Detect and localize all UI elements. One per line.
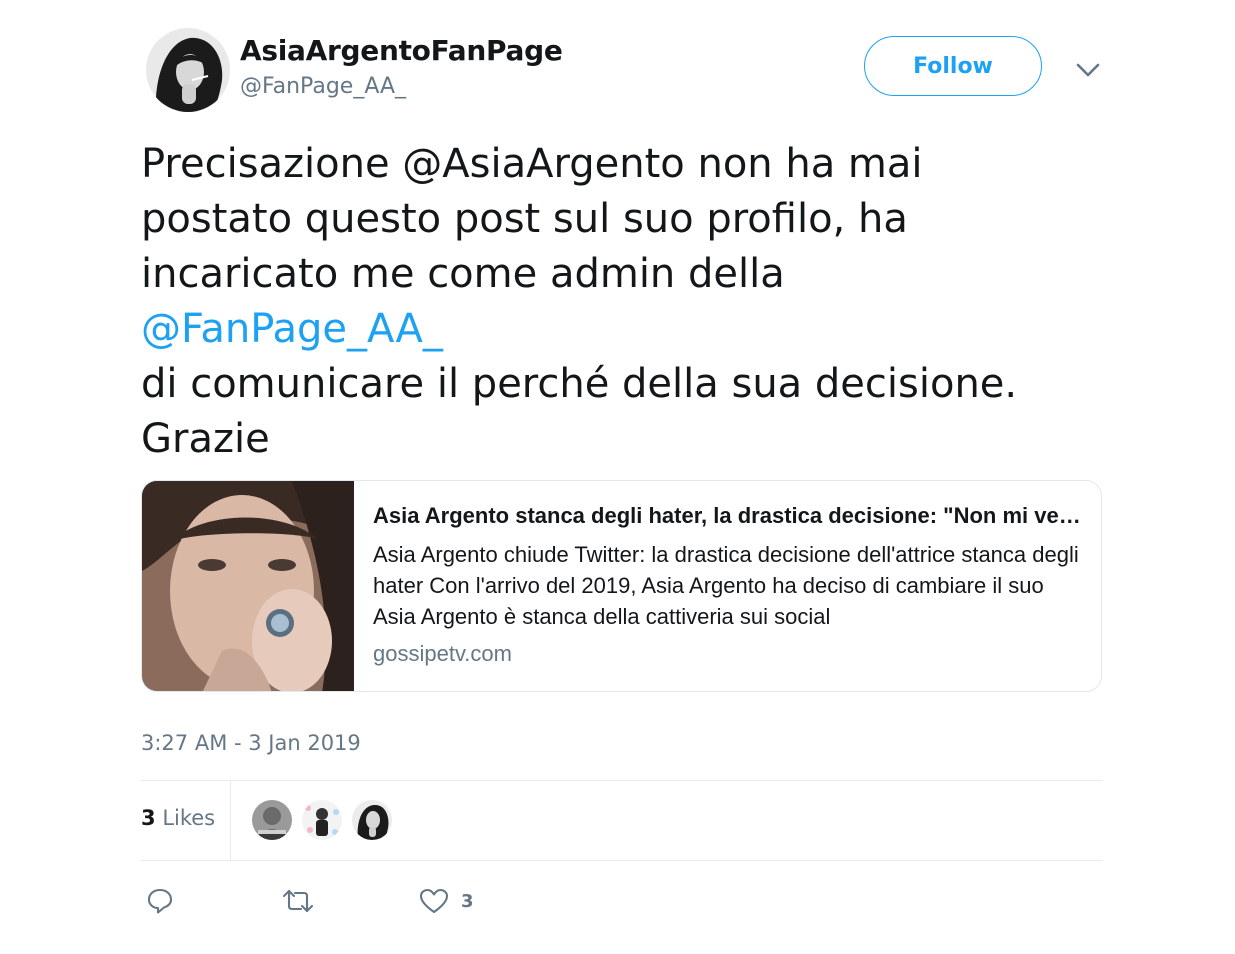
liker-avatar[interactable] [302,800,342,840]
card-title[interactable]: Asia Argento stanca degli hater, la dras… [373,503,1083,529]
likes-count: 3 [141,806,156,830]
tweet-text-line: Precisazione @AsiaArgento non ha mai [141,141,923,187]
card-thumbnail [142,481,354,691]
link-preview-card[interactable]: Asia Argento stanca degli hater, la dras… [141,480,1102,692]
card-domain: gossipetv.com [373,641,512,666]
likes-stat[interactable]: 3 Likes [141,806,215,830]
like-count: 3 [461,890,474,912]
liker-avatar[interactable] [252,800,292,840]
stats-separator [230,781,231,860]
author-handle[interactable]: @FanPage_AA_ [240,74,406,99]
tweet-text-line: di comunicare il perché della sua decisi… [141,361,1018,407]
card-description: Asia Argento chiude Twitter: la drastica… [373,542,1079,629]
like-button[interactable]: 3 [419,884,474,918]
follow-button[interactable]: Follow [864,36,1042,96]
tweet-text-line: incaricato me come admin della [141,251,785,297]
tweet-text-line: Grazie [141,416,270,462]
chevron-down-icon[interactable] [1074,58,1102,82]
tweet-text: Precisazione @AsiaArgento non ha mai pos… [141,137,1141,467]
mention-link[interactable]: @FanPage_AA_ [141,302,1141,357]
tweet-text-line: postato questo post sul suo profilo, ha [141,196,908,242]
divider [141,780,1103,781]
retweet-icon [282,887,314,915]
author-avatar[interactable] [146,28,230,112]
author-display-name[interactable]: AsiaArgentoFanPage [240,34,563,67]
liker-avatar[interactable] [352,800,392,840]
likes-label: Likes [162,806,216,830]
divider [141,860,1103,861]
heart-icon [419,887,449,915]
retweet-button[interactable] [282,884,314,918]
reply-button[interactable] [146,884,174,918]
tweet-timestamp[interactable]: 3:27 AM - 3 Jan 2019 [141,731,361,755]
reply-icon [146,887,174,915]
